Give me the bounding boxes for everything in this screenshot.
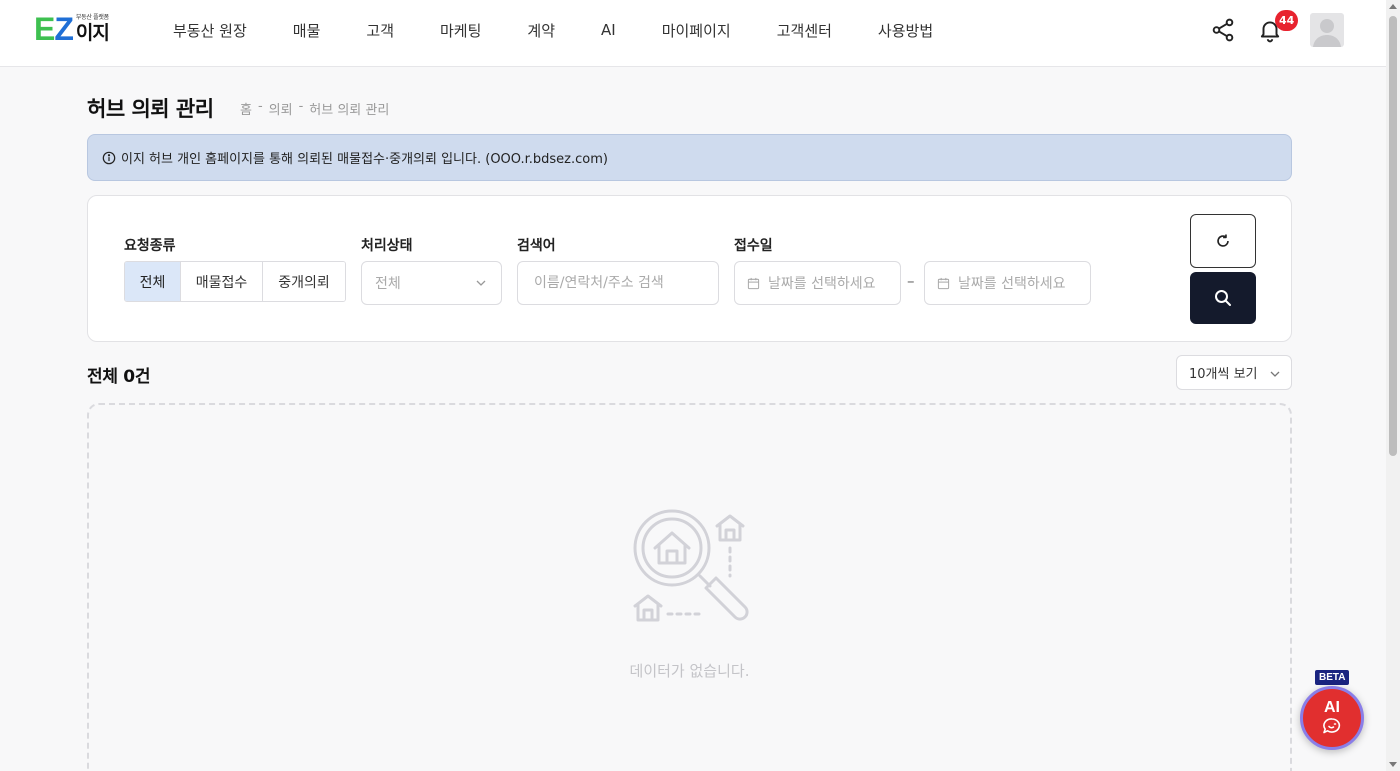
end-date-field[interactable]: 날짜를 선택하세요 [924, 261, 1091, 305]
scroll-thumb[interactable] [1389, 16, 1397, 456]
chat-bubble-icon [1323, 718, 1341, 734]
nav-item-marketing[interactable]: 마케팅 [417, 20, 504, 41]
nav-item-customers[interactable]: 고객 [343, 20, 417, 41]
top-header: E Z 부동산 플랫폼 이지 부동산 원장 매물 고객 마케팅 계약 AI 마이… [0, 0, 1386, 67]
request-type-segmented: 전체 매물접수 중개의뢰 [124, 261, 346, 302]
breadcrumb-home[interactable]: 홈 [240, 99, 252, 118]
refresh-icon [1217, 234, 1229, 247]
status-label: 처리상태 [361, 238, 413, 254]
notification-badge: 44 [1275, 10, 1299, 31]
request-type-listing[interactable]: 매물접수 [181, 262, 263, 301]
breadcrumb-separator: - [298, 99, 304, 114]
end-date-placeholder: 날짜를 선택하세요 [958, 276, 1066, 292]
info-banner: 이지 허브 개인 홈페이지를 통해 의뢰된 매물접수·중개의뢰 입니다. (OO… [87, 134, 1292, 181]
nav-item-ai[interactable]: AI [578, 21, 639, 39]
ez-logo[interactable]: E Z 부동산 플랫폼 이지 [34, 11, 110, 47]
logo-text: 부동산 플랫폼 이지 [75, 14, 110, 44]
calendar-icon [747, 277, 760, 289]
beta-badge: BETA [1315, 670, 1350, 685]
breadcrumb: 홈 - 의뢰 - 허브 의뢰 관리 [240, 99, 389, 118]
logo-korean: 이지 [75, 22, 110, 44]
chevron-down-icon [1270, 371, 1280, 377]
status-select[interactable]: 전체 [361, 261, 502, 305]
empty-state-text: 데이터가 없습니다. [629, 662, 750, 680]
start-date-field[interactable]: 날짜를 선택하세요 [734, 261, 901, 305]
nav-item-support[interactable]: 고객센터 [754, 20, 855, 41]
breadcrumb-requests[interactable]: 의뢰 [269, 99, 293, 118]
breadcrumb-separator: - [257, 99, 263, 114]
search-button[interactable] [1190, 272, 1256, 324]
keyword-search-input[interactable] [517, 261, 719, 305]
page-scrollbar[interactable] [1386, 0, 1400, 771]
logo-tagline: 부동산 플랫폼 [75, 14, 109, 21]
info-text: 이지 허브 개인 홈페이지를 통해 의뢰된 매물접수·중개의뢰 입니다. (OO… [121, 152, 608, 167]
nav-item-how-to-use[interactable]: 사용방법 [855, 20, 956, 41]
info-icon [102, 151, 116, 164]
search-icon [1215, 290, 1231, 306]
ai-label: AI [1324, 699, 1340, 716]
request-type-brokerage[interactable]: 중개의뢰 [263, 262, 345, 301]
logo-z: Z [54, 11, 74, 47]
request-type-all[interactable]: 전체 [125, 262, 181, 301]
logo-e: E [34, 11, 55, 47]
breadcrumb-current: 허브 의뢰 관리 [309, 103, 390, 118]
main-nav: 부동산 원장 매물 고객 마케팅 계약 AI 마이페이지 고객센터 사용방법 [150, 0, 956, 60]
per-page-value: 10개씩 보기 [1189, 367, 1258, 382]
user-silhouette-icon [1313, 19, 1341, 47]
per-page-select[interactable]: 10개씩 보기 [1176, 355, 1292, 390]
chevron-down-icon [476, 280, 486, 286]
date-range-separator: – [907, 272, 915, 290]
calendar-icon [937, 277, 950, 289]
ai-chat-button[interactable]: AI [1300, 686, 1364, 750]
nav-item-mypage[interactable]: 마이페이지 [639, 20, 754, 41]
empty-search-house-icon [633, 509, 749, 622]
status-select-value: 전체 [375, 276, 401, 292]
nav-item-real-estate-ledger[interactable]: 부동산 원장 [150, 20, 270, 41]
filter-panel: 요청종류 전체 매물접수 중개의뢰 처리상태 전체 검색어 접수일 날짜를 선택… [87, 195, 1292, 342]
date-label: 접수일 [734, 238, 773, 254]
avatar[interactable] [1310, 13, 1344, 47]
total-count: 전체 0건 [87, 367, 151, 387]
page-title: 허브 의뢰 관리 [87, 97, 214, 121]
start-date-placeholder: 날짜를 선택하세요 [768, 276, 876, 292]
share-icon[interactable] [1210, 17, 1236, 43]
scroll-down-arrow-icon[interactable] [1389, 762, 1397, 767]
empty-state-container: 데이터가 없습니다. [87, 403, 1292, 771]
nav-item-contracts[interactable]: 계약 [504, 20, 578, 41]
keyword-label: 검색어 [517, 238, 556, 254]
request-type-label: 요청종류 [124, 238, 176, 254]
reset-filters-button[interactable] [1190, 214, 1256, 268]
scroll-up-arrow-icon[interactable] [1389, 4, 1397, 9]
nav-item-listings[interactable]: 매물 [270, 20, 344, 41]
